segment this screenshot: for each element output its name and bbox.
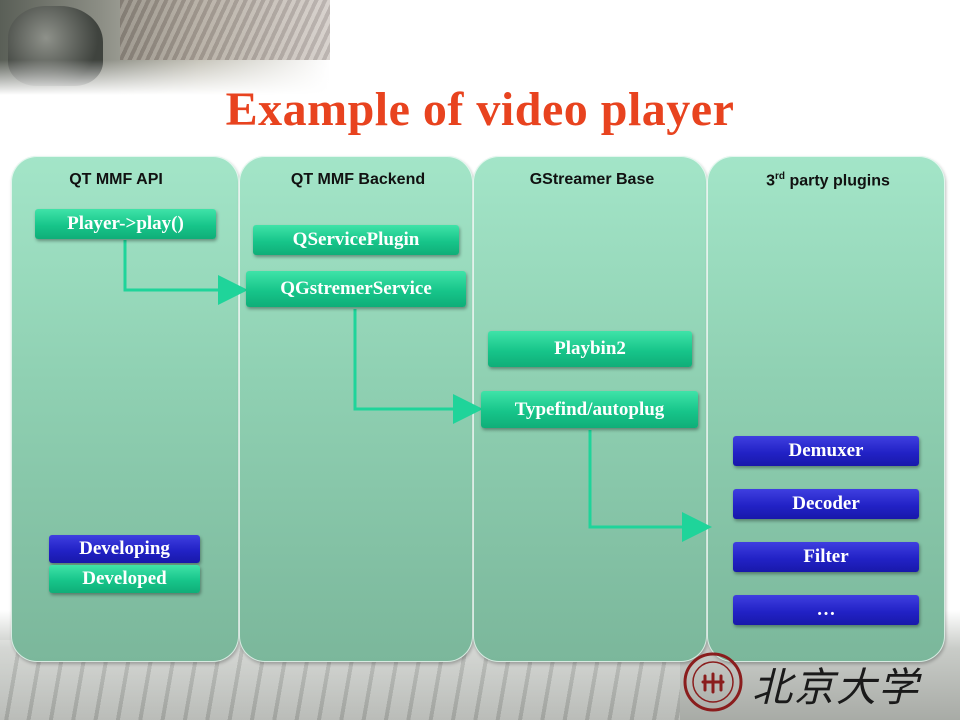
box-demuxer: Demuxer (733, 436, 919, 466)
connector-service-to-typefind (353, 309, 483, 424)
box-ellipsis: … (733, 595, 919, 625)
legend-developed: Developed (49, 565, 200, 593)
university-seal-logo (683, 652, 743, 712)
legend-developing: Developing (49, 535, 200, 563)
connector-play-to-service (123, 240, 248, 305)
box-qserviceplugin: QServicePlugin (253, 225, 459, 255)
box-filter: Filter (733, 542, 919, 572)
box-player-play: Player->play() (35, 209, 216, 239)
university-name: 北京大学 (752, 665, 920, 711)
box-typefind-autoplug: Typefind/autoplug (481, 391, 698, 428)
box-qgstremerservice: QGstremerService (246, 271, 466, 307)
box-decoder: Decoder (733, 489, 919, 519)
connector-typefind-to-plugins (588, 430, 712, 542)
box-playbin2: Playbin2 (488, 331, 692, 367)
